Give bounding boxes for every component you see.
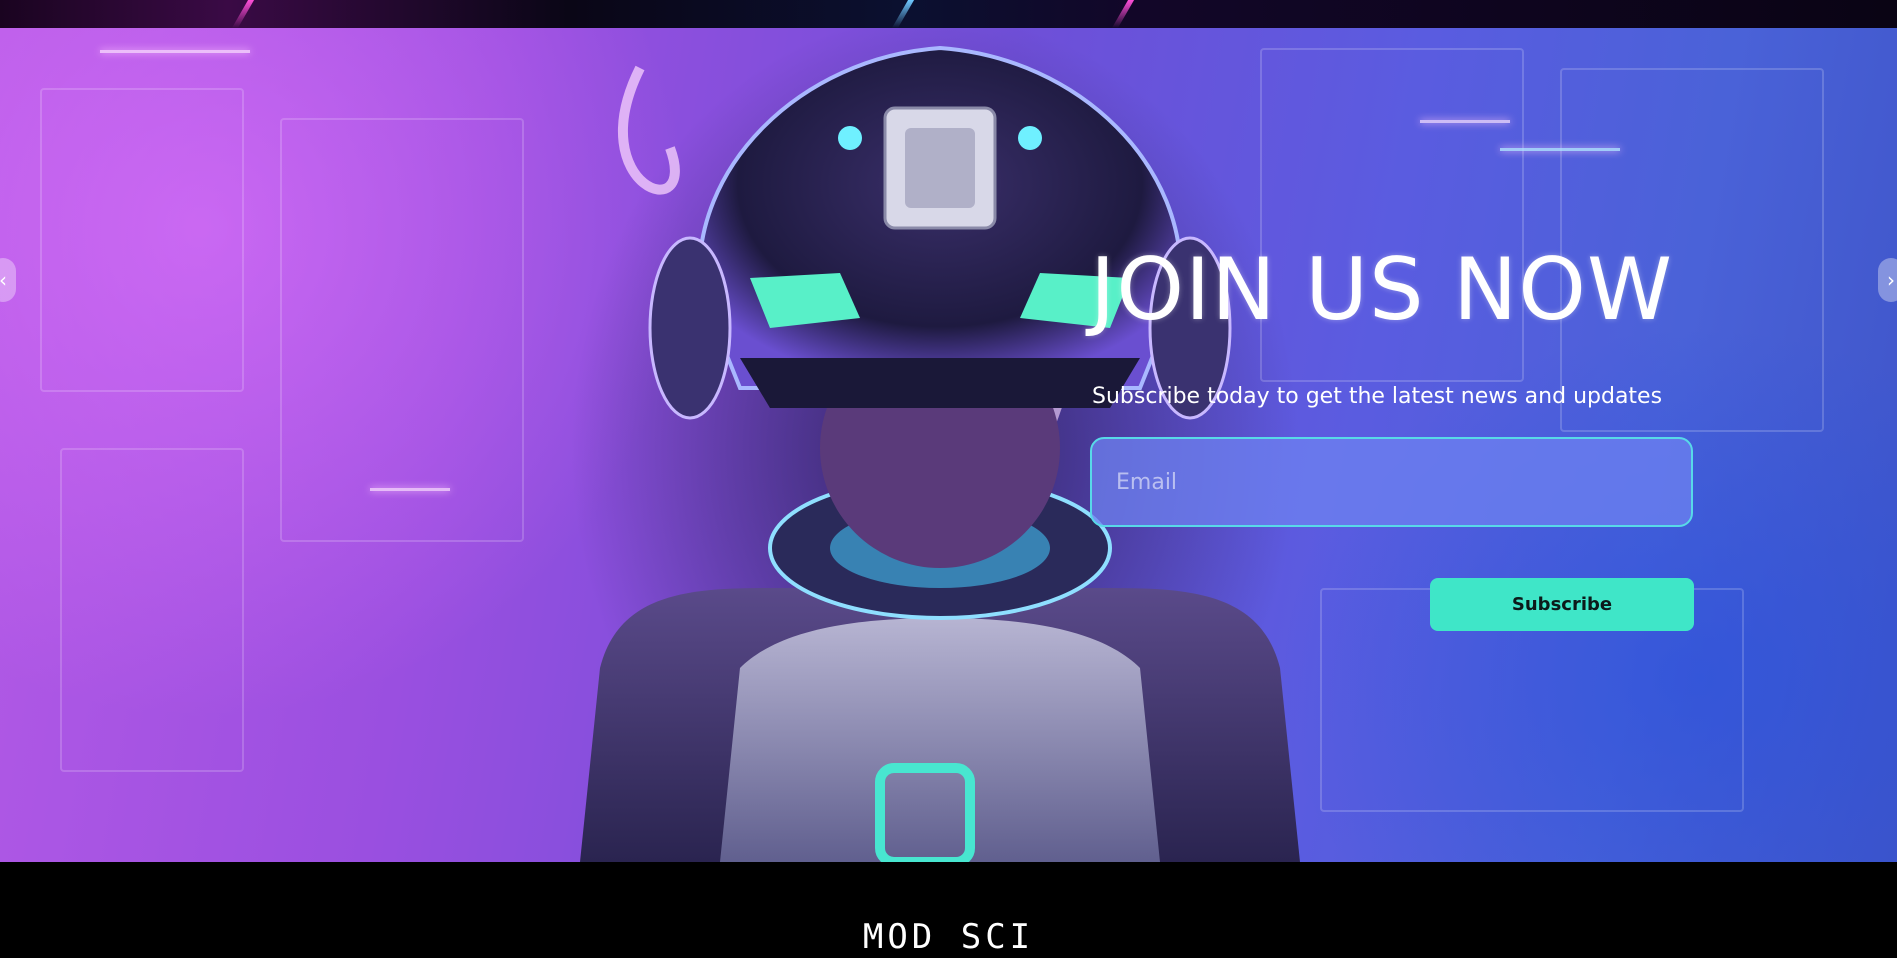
decorative-streak [891, 0, 915, 28]
background-panel [280, 118, 524, 542]
subscribe-button[interactable]: Subscribe [1430, 578, 1694, 631]
decorative-streak [1111, 0, 1135, 28]
site-footer: MOD SCI [0, 862, 1897, 958]
carousel-prev-button[interactable]: ‹ [0, 258, 16, 302]
background-panel [40, 88, 244, 392]
decorative-glow-line [100, 50, 250, 53]
background-panel [60, 448, 244, 772]
carousel-next-button[interactable]: › [1878, 258, 1897, 302]
hero-subtitle: Subscribe today to get the latest news a… [1092, 384, 1663, 409]
chevron-right-icon: › [1887, 268, 1895, 292]
hero-title: JOIN US NOW [1090, 240, 1674, 340]
decorative-glow-line [1500, 148, 1620, 151]
top-banner-strip [0, 0, 1897, 28]
brand-logo: MOD SCI [862, 917, 1035, 957]
decorative-glow-line [1420, 120, 1510, 123]
chevron-left-icon: ‹ [0, 268, 7, 292]
email-input[interactable] [1090, 437, 1693, 527]
decorative-glow-line [370, 488, 450, 491]
hero-section: ‹ › JOIN US NOW Subscribe today to get t… [0, 28, 1897, 862]
decorative-streak [231, 0, 255, 28]
